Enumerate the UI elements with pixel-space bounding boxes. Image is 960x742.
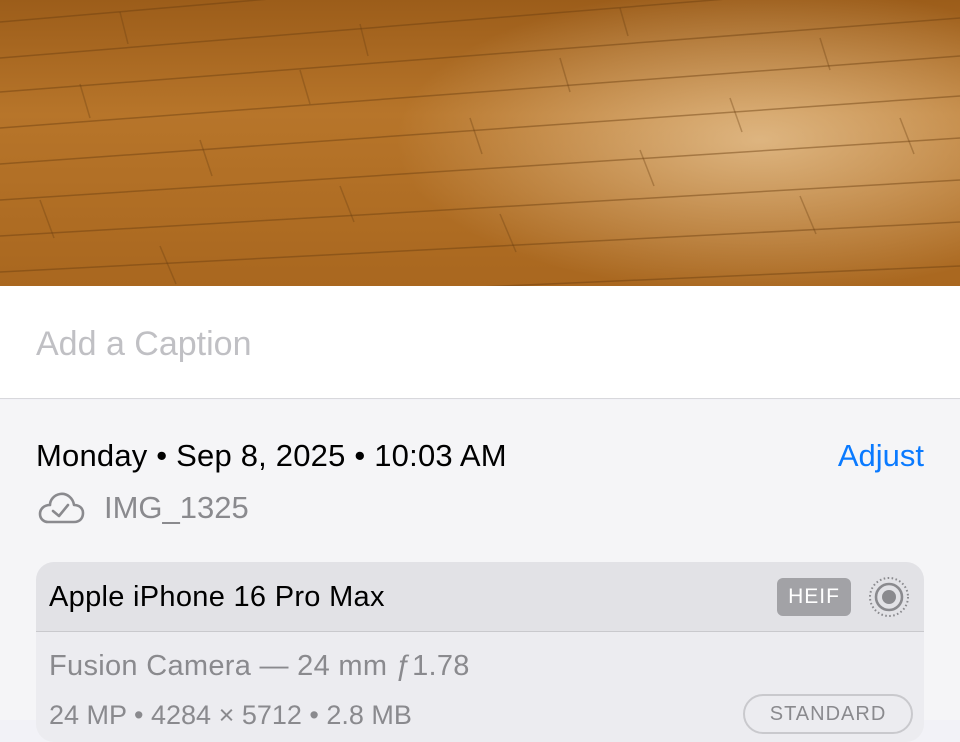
caption-input[interactable] (36, 322, 916, 366)
lens-info: Fusion Camera — 24 mm ƒ1.78 (49, 650, 470, 682)
photo-info-panel: Monday • Sep 8, 2025 • 10:03 AM Adjust I… (0, 400, 960, 742)
wood-floor-image (0, 0, 960, 286)
date-row: Monday • Sep 8, 2025 • 10:03 AM Adjust (36, 436, 924, 476)
device-name: Apple iPhone 16 Pro Max (49, 581, 385, 613)
date-time-label: Monday • Sep 8, 2025 • 10:03 AM (36, 438, 507, 473)
file-row: IMG_1325 (36, 488, 536, 528)
format-badge: HEIF (777, 578, 851, 616)
image-specs: 24 MP • 4284 × 5712 • 2.8 MB (49, 700, 412, 730)
adjust-button[interactable]: Adjust (838, 438, 924, 474)
icloud-check-icon (38, 492, 85, 524)
file-name: IMG_1325 (104, 490, 249, 525)
photo-preview[interactable] (0, 0, 960, 286)
caption-section (0, 286, 960, 399)
photographic-style-badge: STANDARD (743, 694, 913, 734)
live-photo-icon[interactable] (867, 575, 911, 619)
camera-info-card: Apple iPhone 16 Pro Max HEIF Fusion Came… (36, 562, 924, 742)
camera-card-header: Apple iPhone 16 Pro Max HEIF (36, 562, 924, 632)
